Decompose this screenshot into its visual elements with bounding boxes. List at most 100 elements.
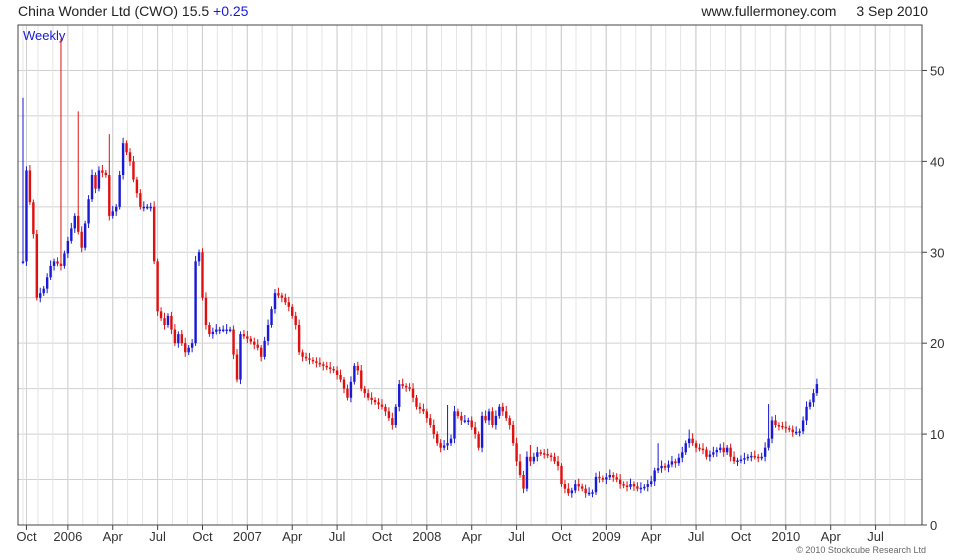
candle-body	[87, 199, 90, 224]
candle-body	[73, 215, 76, 229]
candle-body	[387, 411, 391, 419]
candle-body	[460, 415, 463, 421]
candle-body	[563, 484, 567, 489]
candle-body	[339, 375, 342, 380]
candle-body	[701, 448, 705, 451]
x-tick-label: 2006	[53, 529, 82, 544]
x-tick-label: Jul	[508, 529, 525, 544]
candle-body	[594, 476, 598, 493]
candle-body	[736, 460, 739, 462]
candle-body	[121, 143, 125, 175]
candle-body	[63, 253, 66, 266]
candle-body	[494, 415, 498, 425]
candle-body	[608, 475, 612, 478]
candle-body	[639, 487, 643, 490]
candle-body	[104, 172, 108, 175]
candle-body	[625, 485, 629, 487]
candle-body	[746, 456, 750, 459]
candle-body	[567, 488, 570, 494]
candle-body	[39, 293, 42, 298]
candle-body	[249, 338, 253, 342]
candle-body	[774, 420, 777, 425]
candle-body	[349, 381, 353, 398]
candle-body	[436, 434, 439, 444]
candle-body	[353, 365, 356, 382]
candle-body	[543, 453, 546, 455]
candle-body	[415, 397, 418, 407]
candle-body	[187, 347, 190, 353]
candle-body	[687, 438, 691, 444]
candle-body	[587, 492, 591, 495]
candle-body	[480, 415, 484, 448]
candle-body	[663, 465, 667, 468]
x-tick-label: Jul	[149, 529, 166, 544]
candle-body	[242, 334, 246, 337]
candle-body	[694, 443, 698, 448]
candle-body	[767, 438, 770, 448]
candle-body	[477, 434, 480, 448]
candle-body	[156, 261, 159, 312]
candle-body	[52, 261, 56, 266]
candle-body	[791, 429, 794, 433]
candle-body	[529, 456, 532, 462]
candle-body	[35, 234, 39, 298]
candle-body	[163, 318, 166, 325]
candle-body	[525, 456, 529, 489]
candle-body	[605, 477, 608, 480]
candle-body	[59, 263, 63, 266]
candle-body	[280, 295, 284, 298]
candle-body	[66, 240, 70, 254]
candle-body	[632, 484, 636, 487]
candle-body	[318, 362, 322, 365]
x-tick-label: 2009	[592, 529, 621, 544]
candle-body	[794, 431, 798, 434]
candle-body	[259, 347, 263, 357]
candle-body	[591, 492, 594, 494]
candle-body	[784, 426, 788, 429]
candle-body	[788, 428, 791, 430]
candle-body	[712, 452, 715, 455]
candle-body	[760, 456, 763, 459]
candle-body	[556, 461, 560, 466]
candle-body	[370, 397, 373, 400]
candle-body	[418, 406, 422, 410]
candle-body	[180, 334, 183, 344]
candle-body	[691, 438, 694, 444]
candle-body	[384, 406, 387, 412]
candle-body	[204, 297, 208, 325]
candle-body	[159, 311, 163, 319]
candle-body	[114, 206, 118, 212]
candle-body	[422, 409, 425, 412]
candle-body	[815, 384, 819, 394]
candle-body	[763, 447, 767, 457]
x-tick-label: Jul	[867, 529, 884, 544]
candle-body	[239, 334, 242, 380]
candle-body	[218, 329, 221, 332]
y-tick-label: 40	[930, 154, 944, 169]
candle-body	[201, 252, 204, 298]
candle-body	[487, 411, 491, 421]
candle-body	[356, 365, 360, 371]
candle-body	[28, 170, 32, 203]
candle-body	[177, 334, 180, 344]
x-tick-label: Jul	[329, 529, 346, 544]
x-tick-label: 2008	[412, 529, 441, 544]
candle-body	[83, 223, 87, 248]
candle-body	[801, 420, 805, 432]
candle-body	[149, 206, 152, 209]
candle-body	[256, 344, 259, 348]
candle-body	[656, 468, 660, 471]
x-tick-label: 2010	[771, 529, 800, 544]
candle-body	[515, 443, 518, 462]
y-tick-label: 10	[930, 427, 944, 442]
x-tick-label: Oct	[16, 529, 37, 544]
candle-body	[750, 455, 753, 458]
candle-body	[577, 484, 580, 487]
candle-body	[570, 490, 574, 494]
candle-body	[377, 402, 380, 405]
copyright-notice: © 2010 Stockcube Research Ltd	[796, 545, 926, 555]
candle-body	[273, 293, 277, 310]
candle-body	[125, 143, 128, 153]
candle-body	[225, 329, 228, 332]
candle-body	[398, 384, 401, 407]
